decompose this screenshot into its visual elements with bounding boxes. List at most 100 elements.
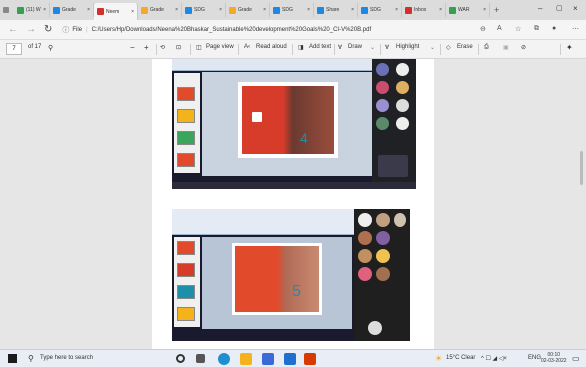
favorites-star-icon[interactable]: ☆ [515, 25, 521, 33]
gmail-icon [405, 6, 412, 14]
collections-icon[interactable]: ⧉ [534, 25, 539, 33]
forward-arrow-icon[interactable]: → [26, 24, 36, 35]
tab-close-icon[interactable]: × [263, 7, 266, 13]
pdf-viewer[interactable]: 4 5 [0, 59, 586, 349]
page-number-input[interactable]: 7 [6, 43, 22, 55]
zoom-icon[interactable]: ⊖ [480, 25, 486, 33]
browser-tab[interactable]: Inbox × [402, 3, 446, 17]
refresh-icon[interactable]: ↻ [44, 24, 52, 35]
edge-icon[interactable] [218, 353, 230, 365]
back-arrow-icon[interactable]: ← [8, 24, 18, 35]
tab-close-icon[interactable]: × [307, 7, 310, 13]
add-text-button[interactable]: Add text [309, 44, 331, 50]
erase-button[interactable]: Erase [457, 44, 473, 50]
language-indicator[interactable]: ENG [528, 355, 541, 361]
close-window-button[interactable]: × [573, 4, 578, 13]
embedded-screenshot-2: 5 [172, 209, 410, 341]
draw-icon[interactable]: ∀ [338, 44, 342, 51]
read-icon[interactable]: A [497, 25, 502, 32]
search-icon[interactable]: ⚲ [48, 44, 53, 52]
file-explorer-icon[interactable] [240, 353, 252, 365]
docs-icon [185, 6, 192, 14]
tab-close-icon[interactable]: × [131, 9, 134, 15]
page-view-button[interactable]: Page view [206, 44, 234, 50]
pdf-toolbar: 7 of 17 ⚲ − + ⟲ ⊡ ◫ Page view A‹ Read al… [0, 40, 586, 59]
cortana-icon[interactable] [176, 354, 185, 363]
file-label: File [72, 26, 83, 33]
zoom-in-icon[interactable]: + [144, 43, 149, 52]
slide-preview: 5 [232, 243, 322, 315]
video-call-panel-1 [372, 59, 416, 189]
drive-icon [361, 6, 368, 14]
search-icon[interactable]: ⚲ [28, 354, 34, 363]
taskbar-search-box[interactable]: Type here to search [40, 355, 93, 361]
browser-tab[interactable]: SDG × [182, 3, 226, 17]
add-text-icon[interactable]: ◨ [298, 44, 304, 51]
windows-taskbar: ⚲ Type here to search ☀ 15°C Clear ^ ☐ ◢… [0, 349, 586, 367]
highlight-icon[interactable]: ∀ [385, 44, 389, 51]
highlight-dropdown-icon[interactable]: ⌄ [430, 44, 435, 51]
ppt-ribbon [172, 59, 372, 71]
office-icon[interactable] [304, 353, 316, 365]
clock[interactable]: 00:10 02-03-2022 [541, 352, 567, 364]
page-view-icon[interactable]: ◫ [196, 44, 202, 51]
ppt-canvas: 5 [202, 237, 352, 329]
notification-icon[interactable]: ▭ [572, 354, 580, 363]
info-icon[interactable]: ⓘ [62, 25, 69, 35]
tab-close-icon[interactable]: × [439, 7, 442, 13]
tab-close-icon[interactable]: × [219, 7, 222, 13]
store-icon[interactable] [262, 353, 274, 365]
browser-tab[interactable]: WAR × [446, 3, 490, 17]
tab-actions-icon[interactable] [0, 3, 14, 17]
save-icon[interactable]: ▣ [503, 44, 509, 51]
erase-icon[interactable]: ◇ [446, 44, 451, 51]
tab-label: SDG [282, 7, 293, 13]
tab-label: (11) W [26, 7, 41, 13]
tab-close-icon[interactable]: × [351, 7, 354, 13]
maximize-button[interactable]: ▢ [556, 4, 563, 12]
pin-icon[interactable]: ✦ [566, 43, 573, 52]
read-aloud-icon[interactable]: A‹ [244, 44, 250, 50]
browser-tab[interactable]: Share × [314, 3, 358, 17]
tray-arrows-icon[interactable]: ^ ☐ ◢ ◁× [481, 355, 507, 362]
browser-tab[interactable]: SDG × [270, 3, 314, 17]
tab-close-icon[interactable]: × [43, 7, 46, 13]
browser-tab[interactable]: SDG × [358, 3, 402, 17]
draw-dropdown-icon[interactable]: ⌄ [370, 44, 375, 51]
tab-close-icon[interactable]: × [395, 7, 398, 13]
start-icon[interactable] [8, 354, 17, 363]
tab-close-icon[interactable]: × [87, 7, 90, 13]
task-view-icon[interactable] [196, 354, 205, 363]
more-menu-icon[interactable]: ⋯ [572, 25, 579, 33]
browser-tab[interactable]: (11) W × [14, 3, 50, 17]
minimize-button[interactable]: – [538, 4, 542, 13]
weather-text[interactable]: 15°C Clear [446, 355, 475, 361]
pdf-page: 4 5 [152, 59, 434, 349]
read-aloud-button[interactable]: Read aloud [256, 44, 287, 50]
tab-label: Grade [62, 7, 76, 13]
fit-page-icon[interactable]: ⊡ [176, 44, 181, 51]
save-as-icon[interactable]: ⊘ [521, 44, 526, 51]
drive-icon [53, 6, 60, 14]
highlight-button[interactable]: Highlight [396, 44, 419, 50]
tab-close-icon[interactable]: × [483, 7, 486, 13]
browser-tab[interactable]: Grade × [138, 3, 182, 17]
tab-close-icon[interactable]: × [175, 7, 178, 13]
print-icon[interactable]: ⎙ [484, 44, 489, 51]
draw-button[interactable]: Draw [348, 44, 362, 50]
tab-label: Share [326, 7, 340, 13]
page-total: of 17 [28, 44, 42, 50]
docs-icon [273, 6, 280, 14]
new-tab-button[interactable]: + [494, 5, 499, 15]
url-field[interactable]: C:/Users/Hp/Downloads/Neena%20Bhaskar_Su… [92, 27, 372, 33]
scrollbar-thumb[interactable] [580, 151, 583, 185]
mini-taskbar-1 [172, 182, 416, 189]
weather-icon[interactable]: ☀ [435, 354, 442, 363]
rotate-icon[interactable]: ⟲ [160, 44, 165, 51]
mail-icon[interactable] [284, 353, 296, 365]
browser-tab[interactable]: Neem × [94, 3, 138, 20]
browser-tab[interactable]: Grade × [226, 3, 270, 17]
profile-icon[interactable]: ● [552, 25, 556, 32]
zoom-out-icon[interactable]: − [130, 43, 135, 52]
browser-tab[interactable]: Grade × [50, 3, 94, 17]
